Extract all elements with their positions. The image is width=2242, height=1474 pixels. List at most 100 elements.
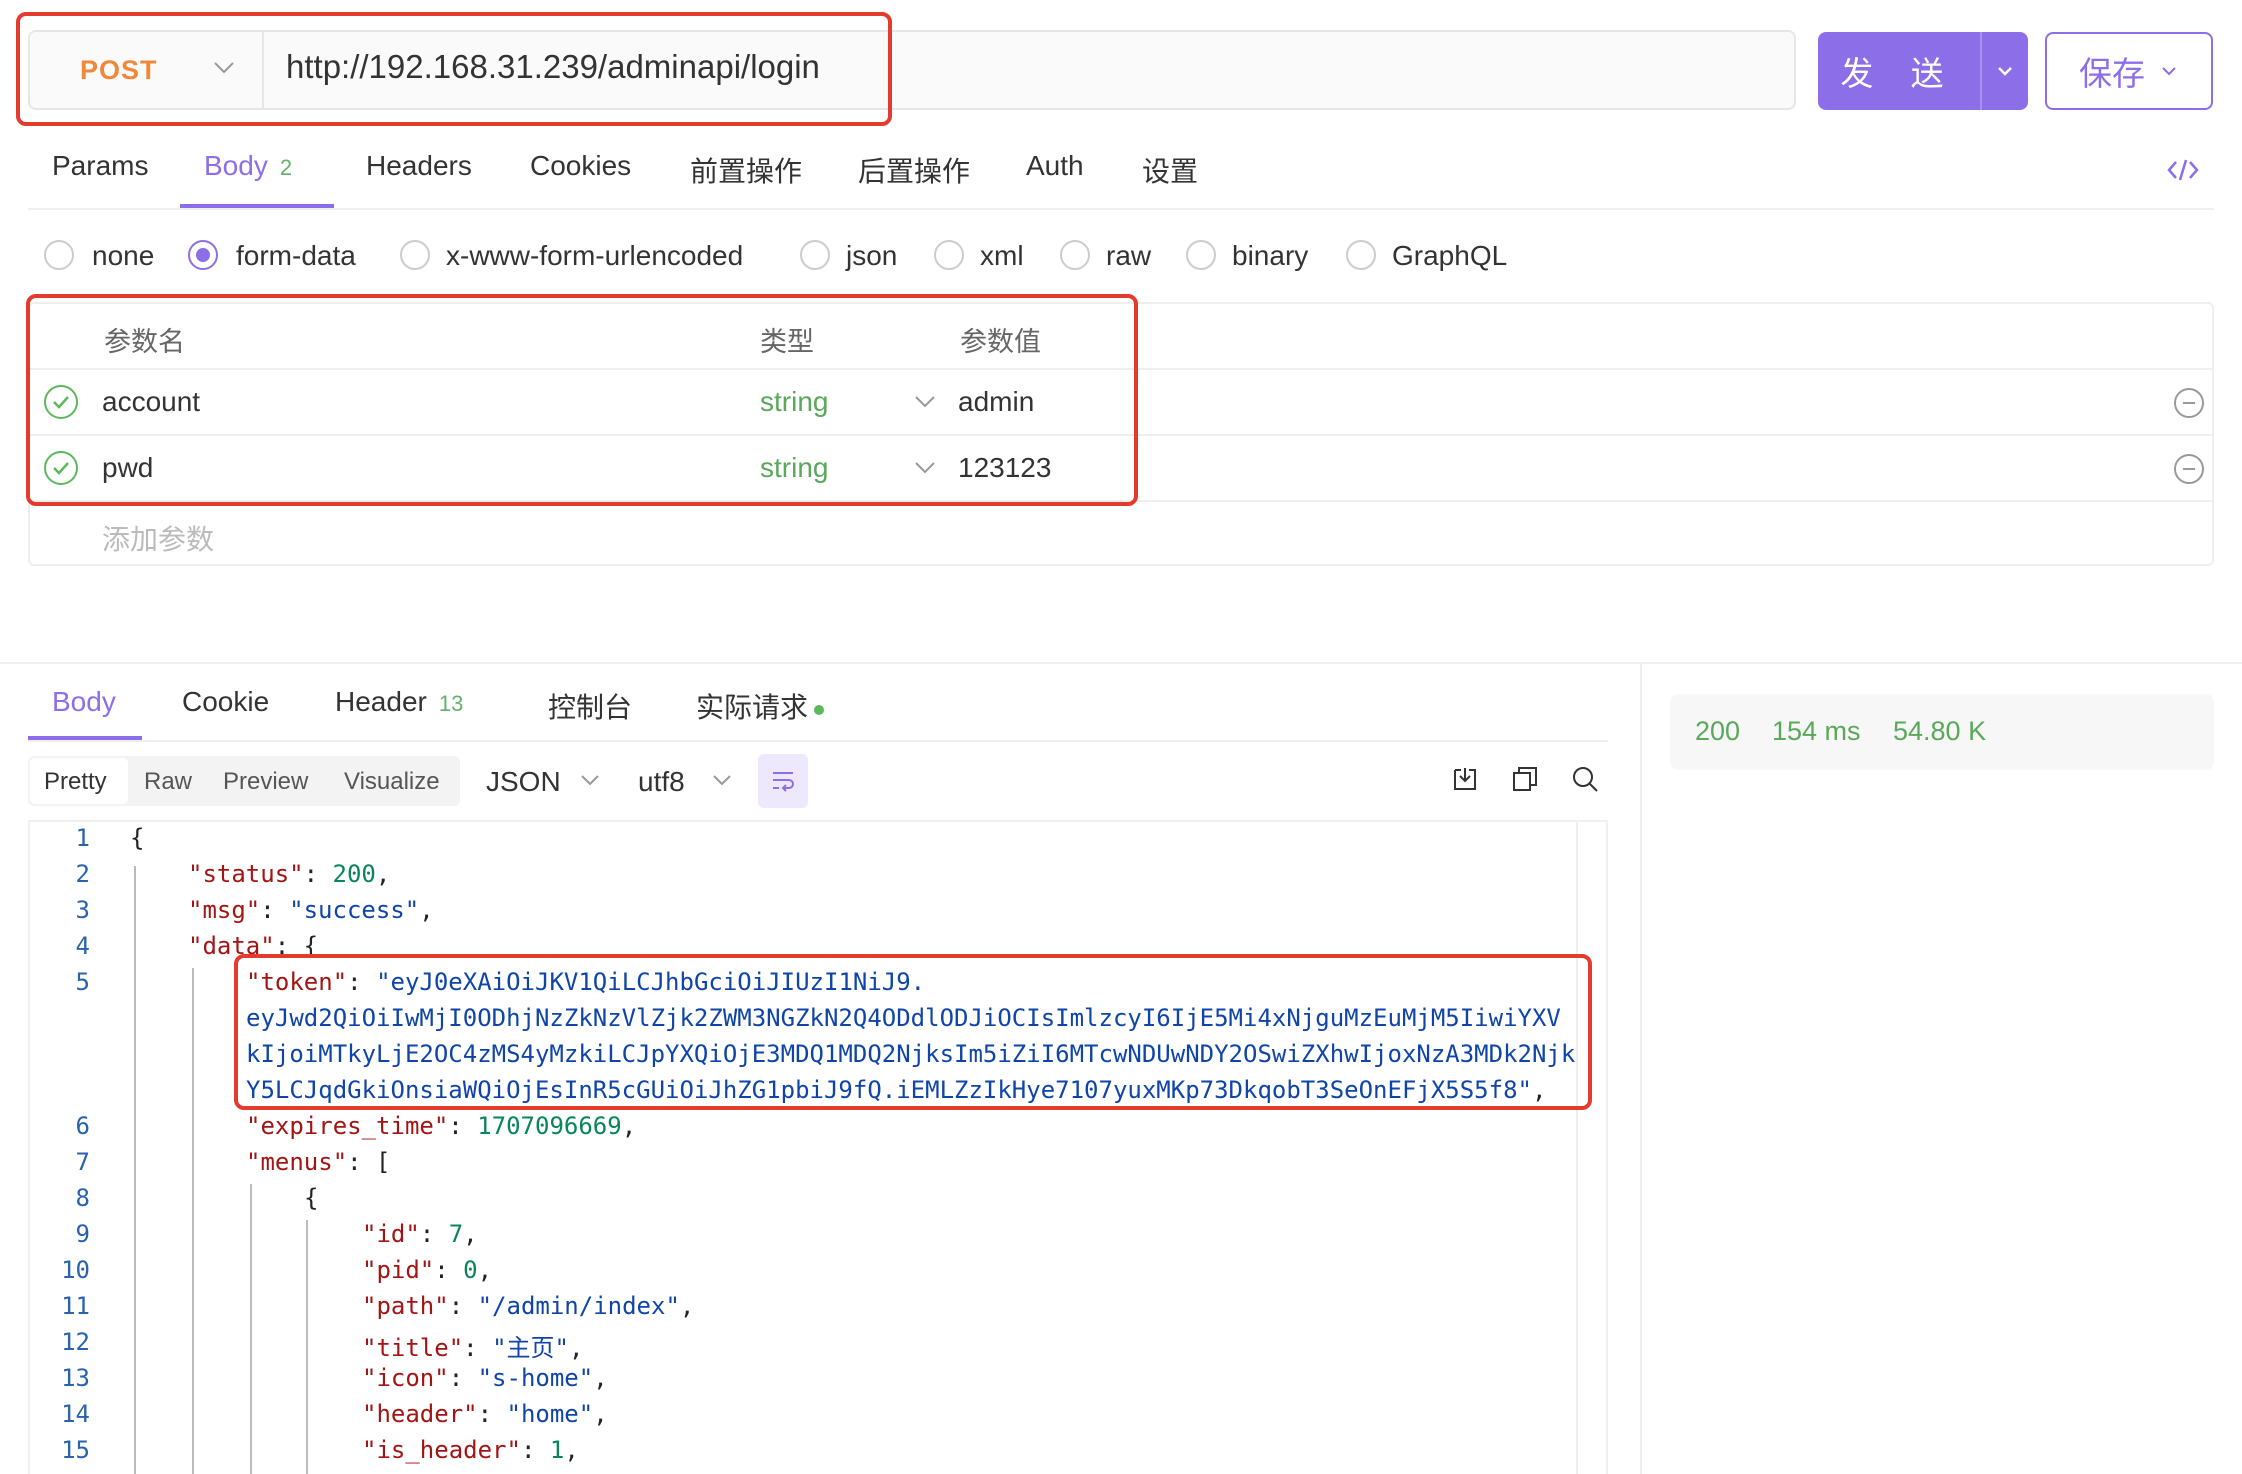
- remove-row-icon[interactable]: [2174, 388, 2204, 418]
- line-number: 14: [61, 1400, 90, 1428]
- line-number: 4: [75, 932, 90, 960]
- response-tab-actual-request[interactable]: 实际请求: [696, 686, 825, 726]
- json-key: "title": [362, 1334, 464, 1362]
- response-tab-actual-request-label: 实际请求: [696, 692, 809, 723]
- tab-cookies[interactable]: Cookies: [530, 150, 631, 182]
- json-key: "icon": [362, 1364, 449, 1392]
- line-number: 12: [61, 1328, 90, 1356]
- json-value: "/admin/index": [477, 1292, 680, 1320]
- radio-urlencoded[interactable]: [400, 240, 430, 270]
- code-line: "msg": "success",: [188, 896, 434, 924]
- response-tab-body[interactable]: Body: [52, 686, 116, 718]
- tab-pre-actions[interactable]: 前置操作: [690, 150, 802, 190]
- download-icon[interactable]: [1450, 764, 1480, 794]
- code-line: "path": "/admin/index",: [362, 1292, 695, 1320]
- line-number: 8: [75, 1184, 90, 1212]
- view-visualize-button[interactable]: Visualize: [344, 768, 440, 796]
- code-line: "menus": [: [246, 1148, 391, 1176]
- line-number: 5: [75, 968, 90, 996]
- json-key: "path": [362, 1292, 449, 1320]
- scrollbar[interactable]: [1576, 822, 1578, 1474]
- tab-headers[interactable]: Headers: [366, 150, 472, 182]
- radio-binary-label: binary: [1232, 240, 1309, 271]
- save-label: 保存: [2079, 55, 2145, 92]
- indent-guide: [134, 866, 136, 1474]
- add-param-input[interactable]: 添加参数: [102, 518, 214, 558]
- view-preview-button[interactable]: Preview: [223, 768, 308, 796]
- radio-none[interactable]: [44, 240, 74, 270]
- active-tab-indicator: [180, 204, 334, 208]
- radio-urlencoded-label: x-www-form-urlencoded: [446, 240, 744, 271]
- json-value: 1: [549, 1436, 565, 1464]
- radio-xml[interactable]: [934, 240, 964, 270]
- tab-post-actions[interactable]: 后置操作: [858, 150, 970, 190]
- code-icon[interactable]: [2166, 156, 2200, 184]
- json-key: "expires_time": [246, 1112, 449, 1140]
- tabs-divider: [28, 740, 1608, 742]
- json-key: "status": [188, 860, 304, 888]
- tab-auth[interactable]: Auth: [1026, 150, 1084, 182]
- code-line: "is_header": 1,: [362, 1436, 579, 1464]
- view-pretty-label: Pretty: [44, 768, 107, 795]
- tab-params[interactable]: Params: [52, 150, 148, 182]
- chevron-down-icon: [2162, 67, 2176, 76]
- chevron-down-icon: [581, 775, 599, 786]
- code-line: {: [304, 1184, 318, 1212]
- tab-body[interactable]: Body 2: [204, 150, 292, 182]
- json-value: "success": [289, 896, 420, 924]
- indent-guide: [306, 1220, 308, 1474]
- highlight-box-url: [16, 12, 892, 126]
- radio-binary[interactable]: [1186, 240, 1216, 270]
- format-select[interactable]: JSON: [486, 766, 561, 798]
- line-number: 3: [75, 896, 90, 924]
- response-tab-console[interactable]: 控制台: [548, 686, 632, 726]
- indent-guide: [192, 968, 194, 1474]
- radio-graphql[interactable]: [1346, 240, 1376, 270]
- response-tab-cookie[interactable]: Cookie: [182, 686, 269, 718]
- response-tab-header[interactable]: Header 13: [335, 686, 463, 718]
- line-number: 9: [75, 1220, 90, 1248]
- radio-graphql-label: GraphQL: [1392, 240, 1508, 271]
- section-divider: [0, 662, 2242, 664]
- json-key: "pid": [362, 1256, 435, 1284]
- send-dropdown-button[interactable]: [1980, 32, 2028, 110]
- json-value: "主页": [492, 1334, 569, 1362]
- line-number: 10: [61, 1256, 90, 1284]
- radio-json[interactable]: [800, 240, 830, 270]
- active-tab-indicator: [28, 736, 142, 740]
- json-key: "header": [362, 1400, 478, 1428]
- copy-icon[interactable]: [1510, 764, 1540, 794]
- code-line: "pid": 0,: [362, 1256, 493, 1284]
- code-line: "id": 7,: [362, 1220, 478, 1248]
- json-value: 0: [463, 1256, 478, 1284]
- json-value: 7: [448, 1220, 464, 1248]
- view-raw-button[interactable]: Raw: [144, 768, 192, 796]
- line-number: 1: [75, 824, 90, 852]
- highlight-box-params: [26, 294, 1138, 506]
- json-value: "home": [506, 1400, 594, 1428]
- line-number: 13: [61, 1364, 90, 1392]
- json-value: "s-home": [477, 1364, 594, 1392]
- encoding-select[interactable]: utf8: [638, 766, 685, 798]
- chevron-down-icon: [1998, 67, 2012, 76]
- status-code: 200: [1695, 716, 1741, 746]
- radio-raw-label: raw: [1106, 240, 1152, 271]
- radio-none-label: none: [92, 240, 155, 271]
- tab-settings[interactable]: 设置: [1142, 150, 1198, 190]
- indent-guide: [250, 1184, 252, 1474]
- radio-form-data-label: form-data: [236, 240, 356, 271]
- radio-form-data[interactable]: [188, 240, 218, 270]
- save-button[interactable]: 保存: [2045, 32, 2213, 110]
- code-line: "status": 200,: [188, 860, 391, 888]
- wrap-lines-button[interactable]: [758, 754, 808, 808]
- remove-row-icon[interactable]: [2174, 454, 2204, 484]
- search-icon[interactable]: [1570, 764, 1600, 794]
- wrap-lines-icon: [773, 772, 794, 792]
- radio-raw[interactable]: [1060, 240, 1090, 270]
- json-value: 1707096669: [477, 1112, 622, 1140]
- chevron-down-icon: [713, 775, 731, 786]
- response-tab-header-badge: 13: [438, 691, 464, 716]
- highlight-box-token: [234, 954, 1592, 1110]
- line-number: 11: [61, 1292, 90, 1320]
- send-button[interactable]: 发 送: [1818, 32, 1980, 110]
